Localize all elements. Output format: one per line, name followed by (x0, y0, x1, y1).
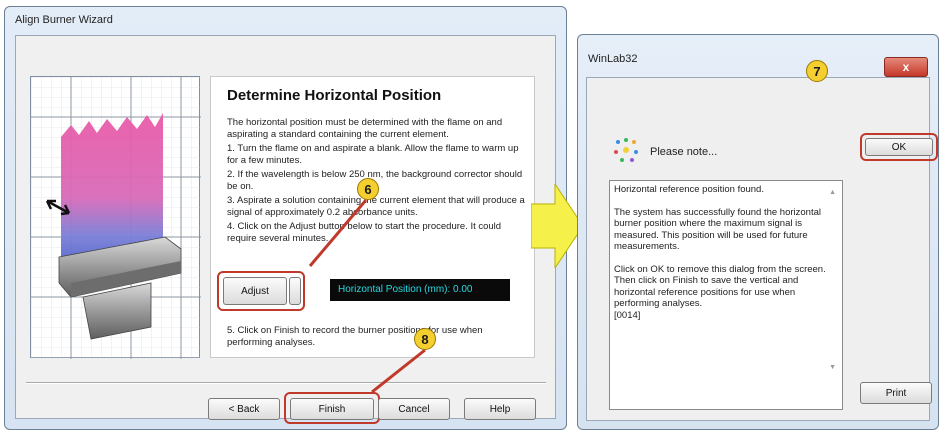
ok-button[interactable]: OK (865, 138, 933, 156)
callout-6: 6 (357, 178, 379, 200)
message-line-2: The system has successfully found the ho… (614, 206, 821, 253)
message-box: Horizontal reference position found. The… (609, 180, 843, 410)
message-line-1: Horizontal reference position found. (614, 184, 764, 195)
print-button[interactable]: Print (860, 382, 932, 404)
transition-arrow (531, 184, 583, 268)
message-code: [0014] (614, 309, 641, 321)
ok-highlight: OK (860, 133, 938, 161)
scroll-up-icon[interactable]: ▲ (829, 187, 836, 199)
dialog-title: WinLab32 (588, 53, 638, 65)
message-line-3: Click on OK to remove this dialog from t… (614, 263, 826, 310)
note-header: Please note... (650, 146, 718, 158)
screenshot-composite: Align Burner Wizard Determine Horizontal… (0, 0, 942, 433)
info-dots-icon (614, 138, 638, 162)
scroll-down-icon[interactable]: ▼ (829, 362, 836, 374)
callout-8: 8 (414, 328, 436, 350)
callout-7: 7 (806, 60, 828, 82)
close-button[interactable]: x (884, 57, 928, 77)
